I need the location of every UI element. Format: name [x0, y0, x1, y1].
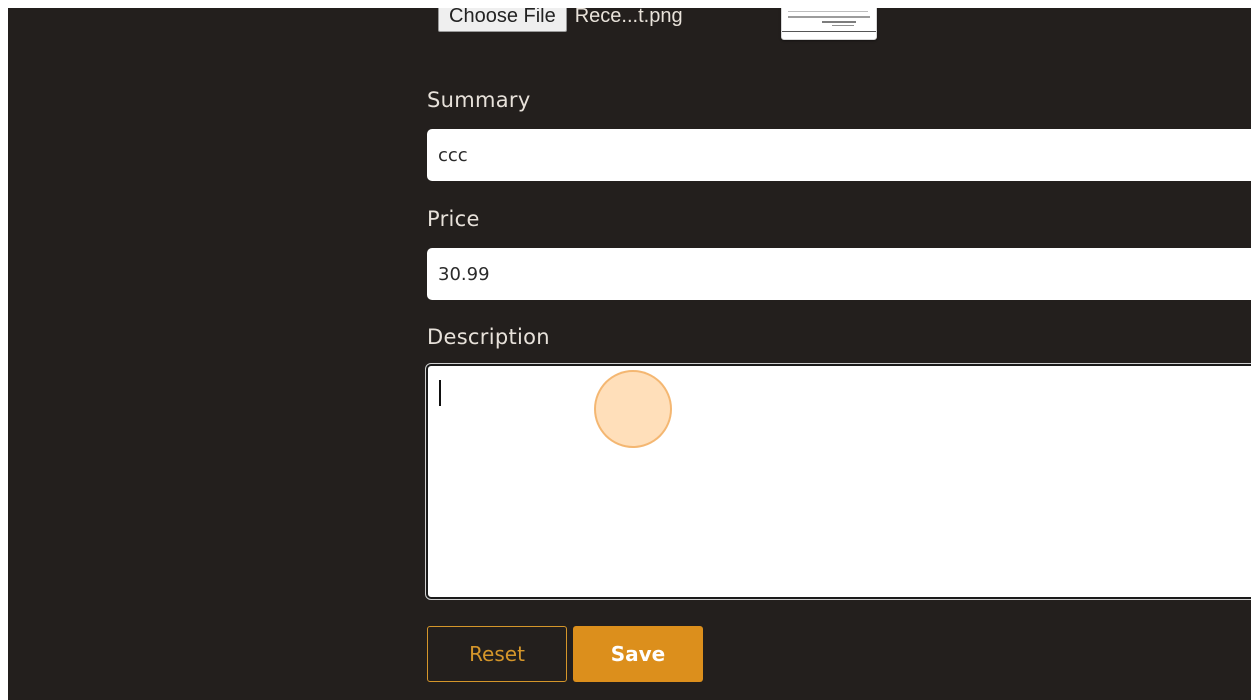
summary-label: Summary [427, 88, 531, 112]
thumbnail-line [822, 21, 856, 23]
price-label: Price [427, 207, 480, 231]
receipt-thumbnail [781, 8, 877, 40]
description-textarea[interactable] [425, 363, 1251, 600]
description-label: Description [427, 325, 550, 349]
reset-button[interactable]: Reset [427, 626, 567, 682]
summary-input[interactable]: ccc [427, 129, 1251, 181]
price-input[interactable]: 30.99 [427, 248, 1251, 300]
thumbnail-line [832, 25, 854, 26]
file-upload-row: Choose File Rece...t.png [438, 8, 683, 36]
text-caret [439, 380, 441, 406]
edit-item-form: Choose File Rece...t.png Summary ccc Pri… [8, 8, 1251, 700]
choose-file-button[interactable]: Choose File [438, 8, 567, 32]
save-button[interactable]: Save [573, 626, 703, 682]
thumbnail-line [788, 11, 868, 12]
click-indicator [594, 370, 672, 448]
selected-file-name: Rece...t.png [574, 8, 683, 27]
thumbnail-line [782, 31, 876, 32]
thumbnail-line [788, 16, 870, 18]
